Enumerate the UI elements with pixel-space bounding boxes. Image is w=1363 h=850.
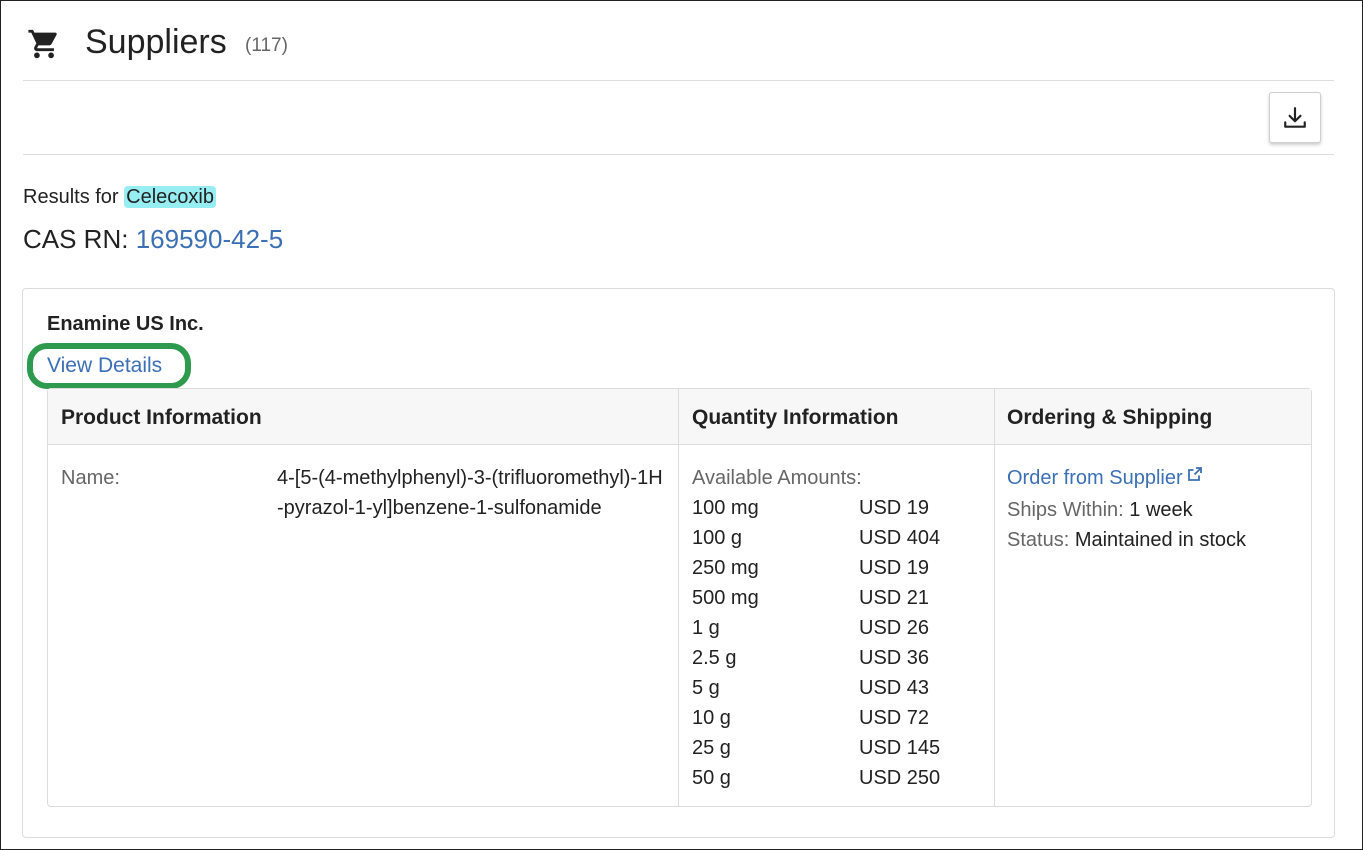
view-details-link[interactable]: View Details <box>47 352 162 380</box>
amount-price: USD 404 <box>859 527 941 549</box>
column-header-ordering: Ordering & Shipping <box>1007 406 1213 429</box>
status-line: Status: Maintained in stock <box>1007 525 1246 555</box>
column-header-quantity: Quantity Information <box>692 406 899 429</box>
cas-label: CAS RN: <box>23 224 129 254</box>
product-name-value: 4-[5-(4-methylphenyl)-3-(trifluoromethyl… <box>277 467 663 519</box>
column-divider <box>678 389 679 806</box>
page-title: Suppliers <box>85 23 227 61</box>
amount-quantity: 250 mg <box>692 557 759 579</box>
page-header: Suppliers (117) <box>23 19 1334 81</box>
amount-price: USD 250 <box>859 767 941 789</box>
shopping-cart-icon <box>28 29 57 59</box>
available-amounts-label: Available Amounts: <box>692 467 862 489</box>
amount-quantity: 100 g <box>692 527 743 549</box>
amount-quantity: 100 mg <box>692 497 759 519</box>
product-name-label: Name: <box>61 467 120 489</box>
amount-row: 250 mg USD 19 <box>692 553 982 583</box>
amount-row: 1 g USD 26 <box>692 613 982 643</box>
amount-quantity: 2.5 g <box>692 647 737 669</box>
supplier-product-table: Product Information Quantity Information… <box>47 388 1312 807</box>
amounts-list: 100 mg USD 19 100 g USD 404 250 mg USD 19 5… <box>692 493 982 793</box>
column-divider <box>994 389 995 806</box>
search-query-highlight: Celecoxib <box>124 186 216 208</box>
amount-row: 5 g USD 43 <box>692 673 982 703</box>
amount-quantity: 5 g <box>692 677 720 699</box>
download-icon <box>1284 106 1306 128</box>
amount-price: USD 36 <box>859 647 930 669</box>
amount-quantity: 1 g <box>692 617 720 639</box>
column-header-product: Product Information <box>61 406 262 429</box>
amount-row: 100 mg USD 19 <box>692 493 982 523</box>
amount-quantity: 25 g <box>692 737 731 759</box>
amount-quantity: 500 mg <box>692 587 759 609</box>
cas-rn-line: CAS RN: 169590-42-5 <box>23 223 283 255</box>
order-from-supplier-link[interactable]: Order from Supplier <box>1007 463 1203 493</box>
amount-row: 25 g USD 145 <box>692 733 982 763</box>
amount-price: USD 43 <box>859 677 930 699</box>
amount-price: USD 26 <box>859 617 930 639</box>
toolbar <box>23 81 1334 155</box>
amount-row: 500 mg USD 21 <box>692 583 982 613</box>
amount-row: 10 g USD 72 <box>692 703 982 733</box>
supplier-card: Enamine US Inc. View Details Product Inf… <box>22 288 1335 838</box>
page-frame: Suppliers (117) Results for Celecoxib CA… <box>0 0 1363 850</box>
results-prefix: Results for <box>23 186 119 208</box>
external-link-icon <box>1187 467 1202 481</box>
ships-within-label: Ships Within: <box>1007 499 1124 521</box>
amount-price: USD 19 <box>859 497 930 519</box>
cas-number-link[interactable]: 169590-42-5 <box>136 224 283 254</box>
results-for-line: Results for Celecoxib <box>23 183 216 211</box>
supplier-count: (117) <box>245 35 288 56</box>
status-value: Maintained in stock <box>1074 529 1247 551</box>
ships-within-line: Ships Within: 1 week <box>1007 495 1193 525</box>
amount-price: USD 19 <box>859 557 930 579</box>
ships-within-value: 1 week <box>1129 499 1193 521</box>
status-label: Status: <box>1007 529 1070 551</box>
amount-row: 100 g USD 404 <box>692 523 982 553</box>
amount-price: USD 72 <box>859 707 930 729</box>
amount-price: USD 21 <box>859 587 930 609</box>
amount-quantity: 50 g <box>692 767 731 789</box>
table-header: Product Information Quantity Information… <box>48 389 1311 445</box>
download-button[interactable] <box>1269 92 1321 143</box>
supplier-name: Enamine US Inc. <box>47 313 204 335</box>
order-link-label: Order from Supplier <box>1007 467 1183 489</box>
amount-row: 2.5 g USD 36 <box>692 643 982 673</box>
amount-row: 50 g USD 250 <box>692 763 982 793</box>
amount-quantity: 10 g <box>692 707 731 729</box>
amount-price: USD 145 <box>859 737 941 759</box>
